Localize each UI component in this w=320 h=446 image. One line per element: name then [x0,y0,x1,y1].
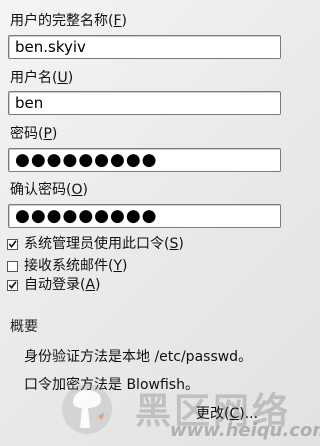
admin-password-checkbox[interactable] [7,238,18,250]
admin-password-checkbox-row[interactable]: 系统管理员使用此口令(S) [7,235,184,253]
summary-title: 概要 [10,319,38,335]
admin-password-checkbox-label: 系统管理员使用此口令(S) [24,236,184,252]
change-button[interactable]: 更改(C)... [192,404,262,424]
password-label: 密码(P) [10,126,58,142]
confirm-password-label: 确认密码(O) [10,182,88,198]
auto-login-checkbox-row[interactable]: 自动登录(A) [7,276,101,294]
checkmark-icon [8,281,17,290]
checkmark-icon [8,240,17,249]
watermark-logo-icon [62,384,112,434]
receive-mail-checkbox-row[interactable]: 接收系统邮件(Y) [7,257,128,275]
fullname-label: 用户的完整名称(F) [10,13,127,29]
receive-mail-checkbox[interactable] [7,260,18,272]
password-field[interactable]: ●●●●●●●●● [8,148,281,172]
fullname-field[interactable]: ben.skyiv [8,35,281,59]
username-label: 用户名(U) [10,70,74,86]
confirm-password-field[interactable]: ●●●●●●●●● [8,204,281,228]
username-field[interactable]: ben [8,91,281,115]
auto-login-checkbox[interactable] [7,279,18,291]
receive-mail-checkbox-label: 接收系统邮件(Y) [24,258,128,274]
summary-auth-method: 身份验证方法是本地 /etc/passwd。 [24,349,253,365]
auto-login-checkbox-label: 自动登录(A) [24,277,101,293]
